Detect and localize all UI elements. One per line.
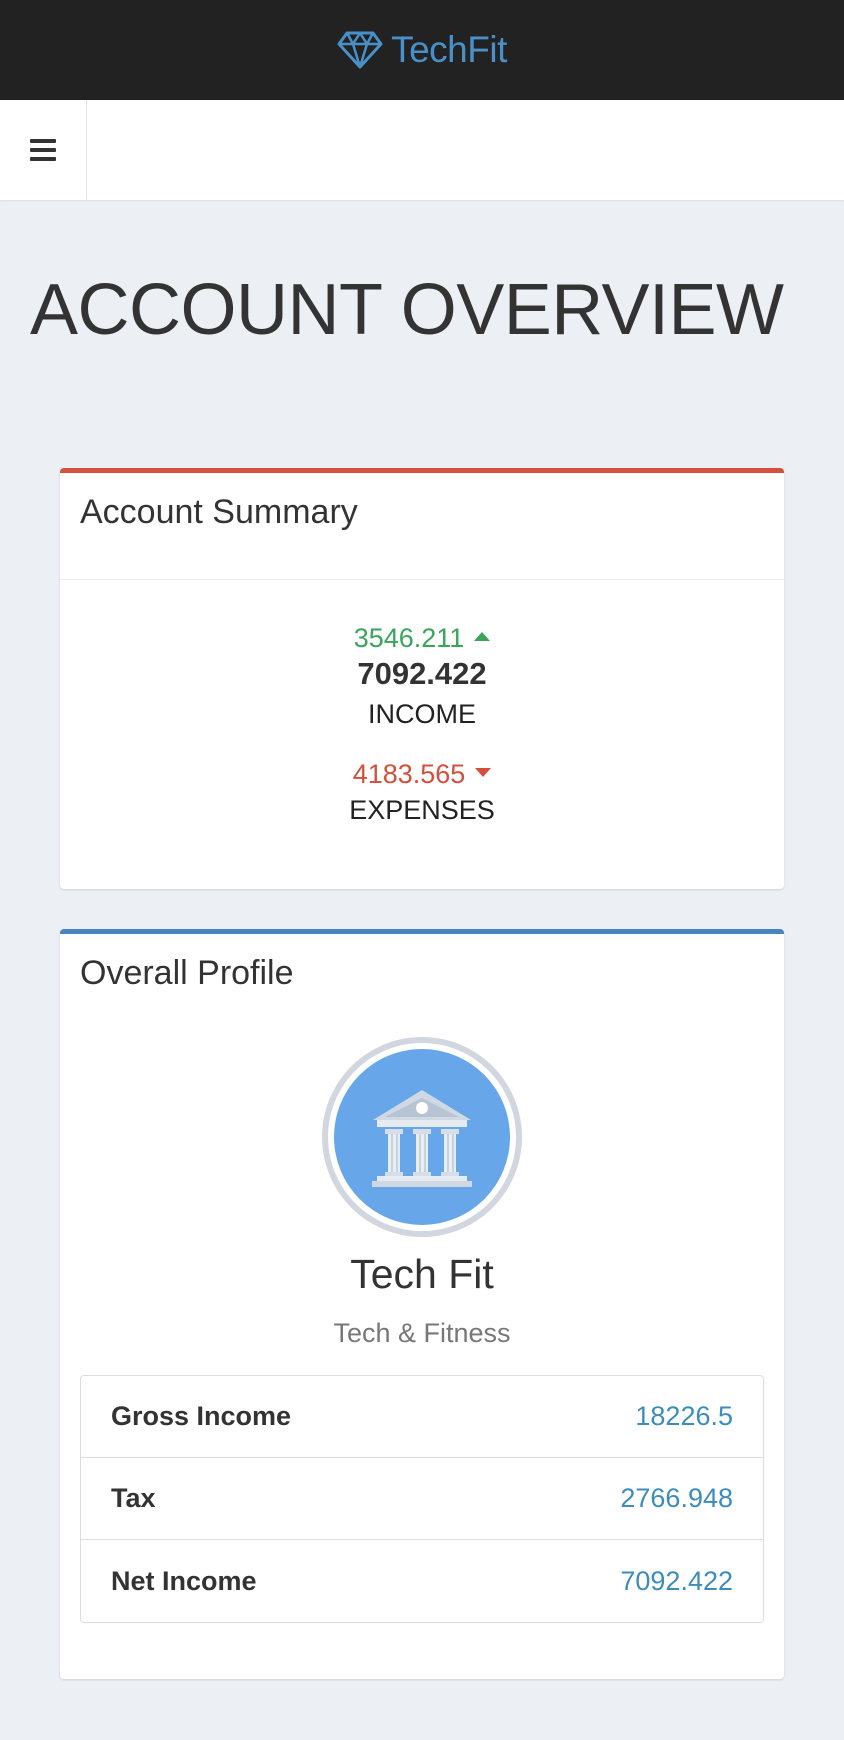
list-item: Tax 2766.948 [81,1458,763,1540]
account-summary-title: Account Summary [60,473,784,580]
brand-name: TechFit [391,29,507,70]
income-change-value: 3546.211 [353,623,465,653]
caret-down-icon [475,768,492,778]
account-summary-body: 3546.211 7092.422 INCOME 4183.565 EXPENS… [60,580,784,828]
income-label: INCOME [368,699,476,729]
menu-toggle-button[interactable] [0,100,87,200]
bank-building-icon [372,1090,472,1187]
caret-up-icon [474,632,491,642]
profile-subtitle: Tech & Fitness [333,1318,511,1348]
top-header-bar: TechFit [0,0,844,100]
income-change: 3546.211 [60,622,784,654]
overall-profile-card: Overall Profile Tech Fit Tech & Fitness … [60,929,784,1679]
brand-logo[interactable]: TechFit [337,29,507,71]
expenses-stat: 4183.565 EXPENSES [60,758,784,828]
tax-label: Tax [111,1483,156,1513]
profile-stats-list: Gross Income 18226.5 Tax 2766.948 Net In… [80,1375,764,1623]
overall-profile-title: Overall Profile [80,954,294,992]
expenses-change: 4183.565 [60,758,784,790]
profile-name: Tech Fit [350,1251,494,1297]
list-item: Gross Income 18226.5 [81,1376,763,1458]
net-income-value[interactable]: 7092.422 [620,1566,733,1597]
expenses-change-value: 4183.565 [352,759,466,789]
diamond-icon [337,31,383,69]
gross-income-label: Gross Income [111,1401,292,1431]
list-item: Net Income 7092.422 [81,1540,763,1622]
account-summary-card: Account Summary 3546.211 7092.422 INCOME… [60,468,784,889]
gross-income-value[interactable]: 18226.5 [635,1401,733,1432]
hamburger-menu-icon [30,139,56,161]
avatar [322,1037,522,1237]
income-stat: 3546.211 7092.422 INCOME [60,622,784,732]
income-value: 7092.422 [357,656,487,691]
page-title: ACCOUNT OVERVIEW [30,270,784,350]
navigation-bar [0,100,844,200]
expenses-label: EXPENSES [349,795,495,825]
tax-value[interactable]: 2766.948 [620,1483,733,1514]
net-income-label: Net Income [111,1565,257,1596]
